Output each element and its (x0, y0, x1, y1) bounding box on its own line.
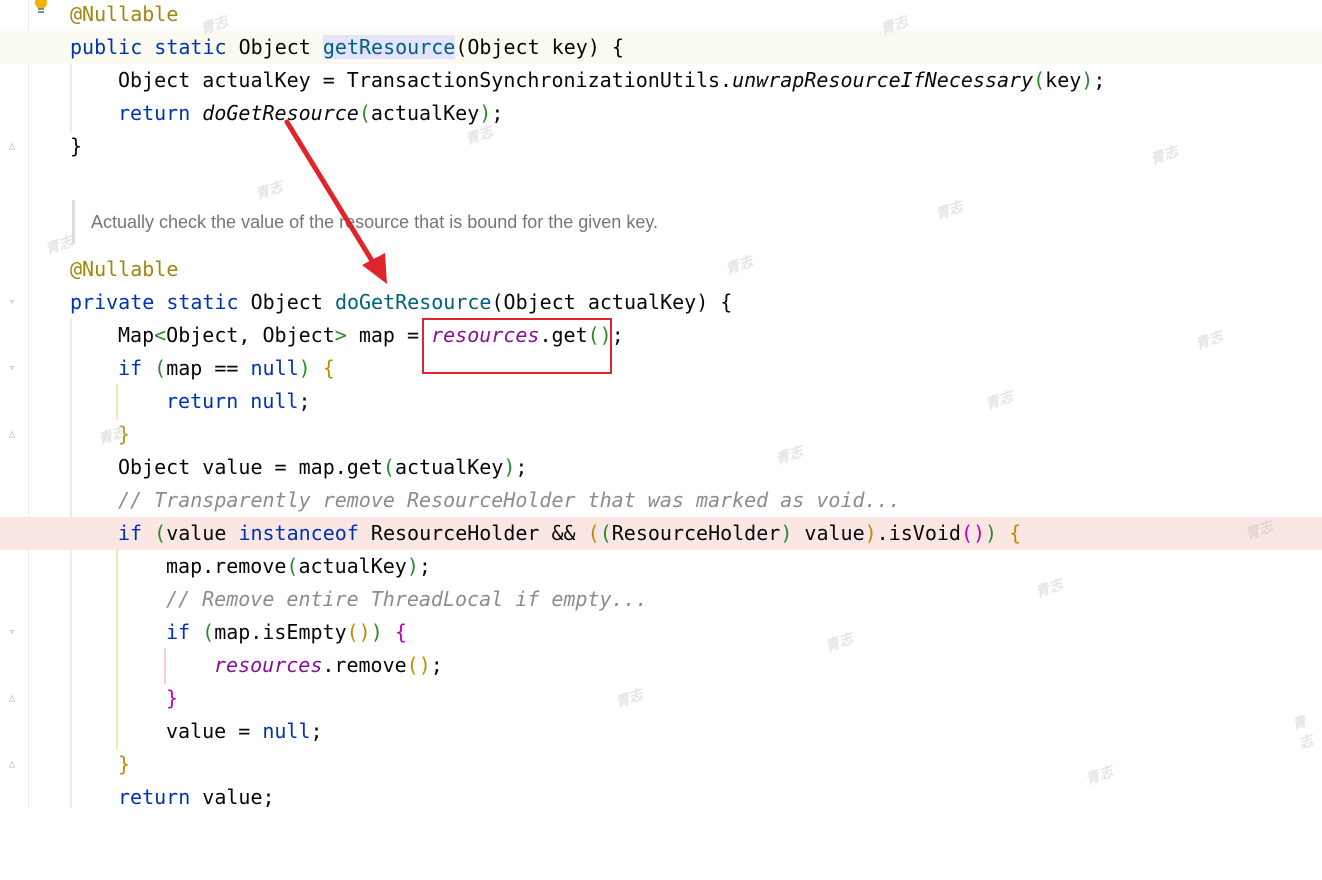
arrowhead-icon (362, 253, 387, 284)
annotation-overlay (284, 119, 387, 284)
annotation-arrow (284, 119, 377, 267)
highlight-box (422, 318, 612, 374)
